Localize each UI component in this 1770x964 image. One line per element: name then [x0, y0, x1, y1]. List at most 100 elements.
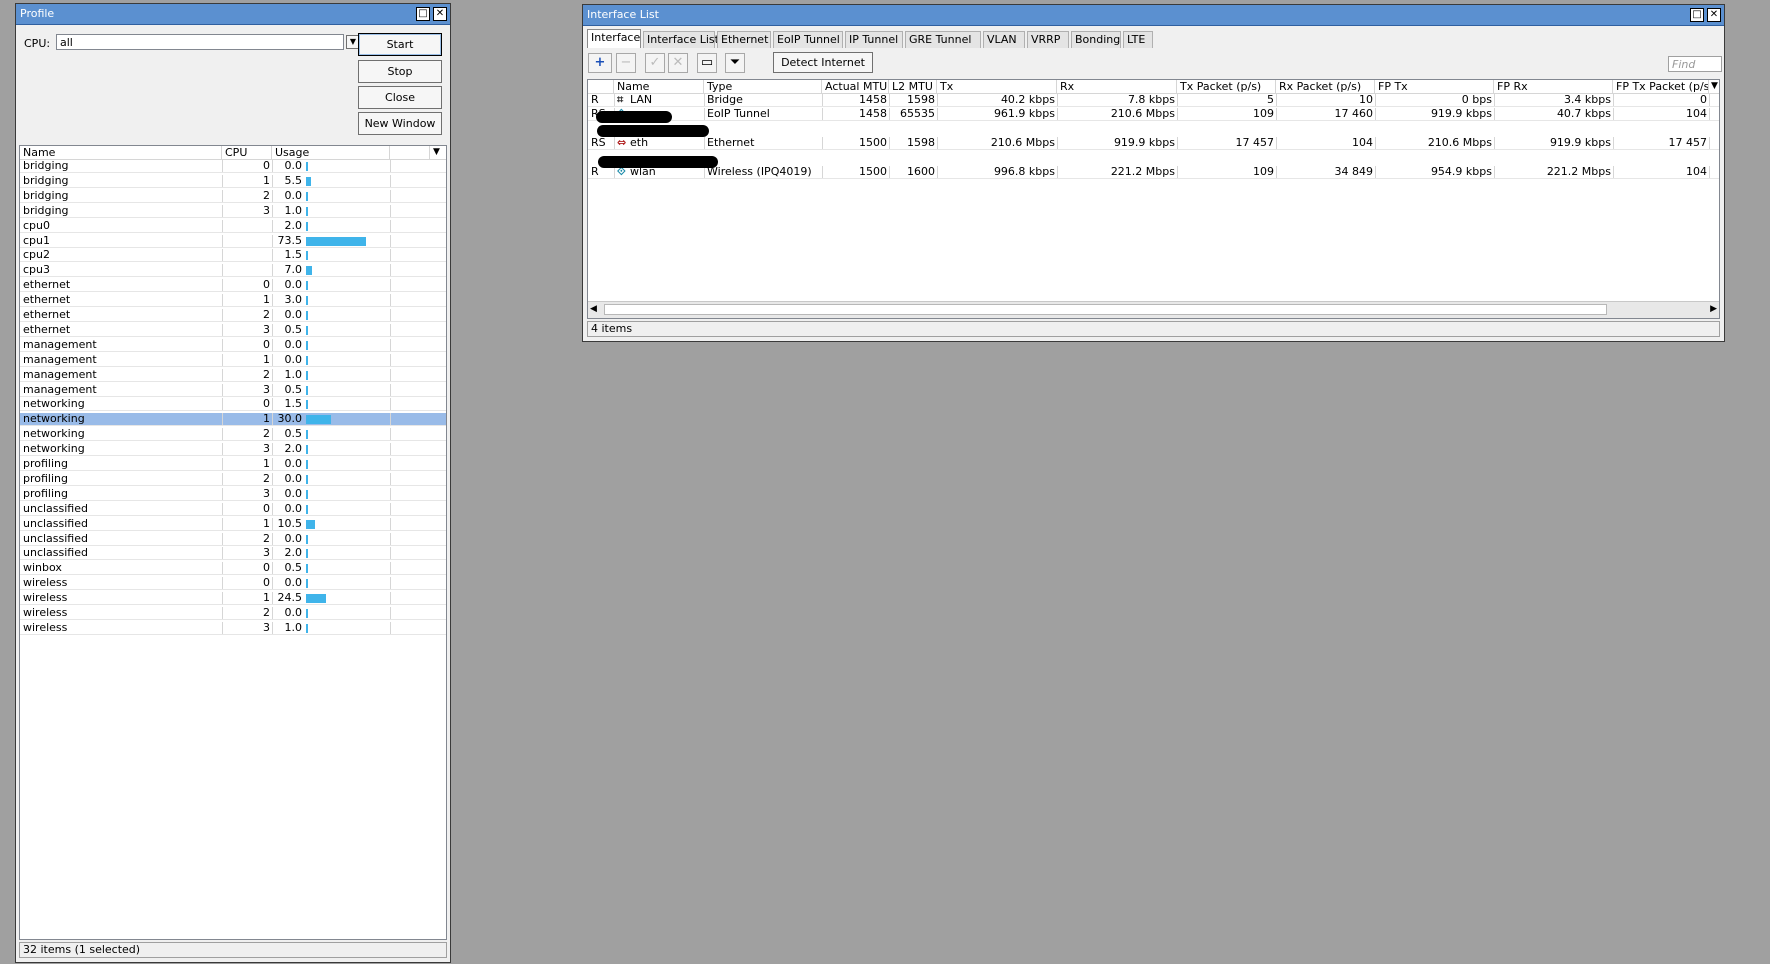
row-cpu: 1 [263, 458, 270, 470]
close-icon[interactable]: ✕ [433, 7, 447, 21]
table-row[interactable]: RS ⇔ eth Ethernet 1500 1598 210.6 Mbps 919.9 kb… [588, 137, 1719, 150]
tab-vlan[interactable]: VLAN [983, 31, 1025, 48]
interface-table[interactable]: Name Type Actual MTU L2 MTU Tx Rx Tx Packet (p… [587, 79, 1720, 319]
table-row[interactable]: cpu1 73.5 [20, 234, 446, 248]
row-name: unclassified [23, 532, 88, 545]
close-button[interactable]: Close [358, 86, 442, 109]
add-button[interactable]: + [588, 53, 612, 73]
cpu-select[interactable]: all [56, 34, 344, 50]
column-header-name[interactable]: Name [20, 146, 222, 159]
find-input[interactable]: Find [1668, 56, 1722, 72]
tab-interface-list[interactable]: Interface List [643, 31, 719, 48]
table-row[interactable]: management 2 1.0 [20, 368, 446, 382]
close-icon[interactable]: ✕ [1707, 8, 1721, 22]
interface-titlebar[interactable]: Interface List □ ✕ [583, 5, 1724, 26]
column-header-rx-pkt[interactable]: Rx Packet (p/s) [1276, 80, 1375, 93]
table-row[interactable]: wireless 2 0.0 [20, 607, 446, 620]
row-cpu: 3 [263, 383, 270, 396]
tab-ip-tunnel[interactable]: IP Tunnel [845, 31, 903, 48]
table-row[interactable]: unclassified 1 10.5 [20, 517, 446, 531]
remove-icon[interactable]: − [616, 53, 636, 73]
profile-titlebar[interactable]: Profile □ ✕ [16, 4, 450, 25]
table-row[interactable]: wireless 3 1.0 [20, 621, 446, 635]
tab-ethernet[interactable]: Ethernet [717, 31, 771, 48]
column-header-type[interactable]: Type [704, 80, 822, 93]
row-name: ethernet [23, 323, 71, 336]
detect-internet-button[interactable]: Detect Internet [773, 52, 873, 73]
maximize-icon[interactable]: □ [416, 7, 430, 21]
column-header-usage[interactable]: Usage [272, 146, 390, 159]
row-rx-pkt: 34 849 [1334, 166, 1374, 178]
profile-status-bar: 32 items (1 selected) [19, 942, 447, 958]
table-row[interactable]: unclassified 0 0.0 [20, 502, 446, 516]
column-header-actual-mtu[interactable]: Actual MTU [822, 80, 889, 93]
table-row[interactable]: bridging 2 0.0 [20, 189, 446, 203]
table-row[interactable]: profiling 2 0.0 [20, 472, 446, 486]
maximize-icon[interactable]: □ [1690, 8, 1704, 22]
row-name: wireless [23, 592, 68, 605]
scrollbar-thumb[interactable] [604, 304, 1607, 315]
table-row[interactable]: networking 0 1.5 [20, 398, 446, 412]
table-row[interactable]: profiling 3 0.0 [20, 487, 446, 501]
column-menu-chevron-down-icon[interactable]: ▼ [430, 146, 446, 159]
row-name: management [23, 383, 97, 396]
table-row[interactable]: unclassified 3 2.0 [20, 547, 446, 561]
table-row[interactable]: bridging 1 5.5 [20, 174, 446, 188]
tab-gre-tunnel[interactable]: GRE Tunnel [905, 31, 981, 48]
table-row[interactable]: R ⟐ wlan Wireless (IPQ4019) 1500 1600 996.8 kb… [588, 166, 1719, 179]
column-menu-chevron-down-icon[interactable]: ▼ [1709, 80, 1719, 93]
column-header-flag[interactable] [588, 80, 614, 93]
table-row[interactable]: wireless 1 24.5 [20, 592, 446, 606]
tab-eoip-tunnel[interactable]: EoIP Tunnel [773, 31, 843, 48]
filter-icon[interactable]: ⏷ [725, 53, 745, 73]
table-row[interactable]: bridging 3 1.0 [20, 204, 446, 218]
column-header-cpu[interactable]: CPU [222, 146, 272, 159]
tab-bonding[interactable]: Bonding [1071, 31, 1121, 48]
tab-vrrp[interactable]: VRRP [1027, 31, 1069, 48]
column-header-tx[interactable]: Tx [937, 80, 1057, 93]
column-header-l2-mtu[interactable]: L2 MTU [889, 80, 937, 93]
row-name: bridging [23, 174, 69, 187]
table-row[interactable]: cpu3 7.0 [20, 264, 446, 278]
table-row[interactable]: profiling 1 0.0 [20, 458, 446, 471]
table-row[interactable]: ethernet 0 0.0 [20, 279, 446, 293]
row-cpu: 0 [263, 562, 270, 575]
table-row[interactable]: bridging 0 0.0 [20, 160, 446, 173]
column-header-name[interactable]: Name [614, 80, 704, 93]
table-row[interactable]: networking 1 30.0 [20, 413, 446, 427]
table-row[interactable]: wireless 0 0.0 [20, 577, 446, 591]
table-row[interactable]: ethernet 2 0.0 [20, 309, 446, 322]
table-row[interactable]: winbox 0 0.5 [20, 562, 446, 576]
table-row[interactable]: unclassified 2 0.0 [20, 532, 446, 546]
table-row[interactable]: cpu0 2.0 [20, 219, 446, 233]
table-row[interactable]: networking 2 0.5 [20, 428, 446, 442]
profile-list[interactable]: Name CPU Usage ▼ bridging 0 0.0 bridging 1 5.… [19, 145, 447, 940]
tab-interface[interactable]: Interface [587, 29, 641, 48]
scroll-left-icon[interactable]: ◀ [590, 304, 597, 314]
enable-icon[interactable]: ✓ [645, 53, 665, 73]
horizontal-scrollbar[interactable]: ◀ ▶ [588, 301, 1719, 318]
table-row[interactable]: R ⌗ LAN Bridge 1458 1598 40.2 kbps 7.8 kbps 5 10 0… [588, 94, 1719, 107]
comment-icon[interactable]: ▭ [697, 53, 717, 73]
column-header-fp-tx-pkt[interactable]: FP Tx Packet (p/s) [1613, 80, 1709, 93]
table-row[interactable]: ethernet 3 0.5 [20, 323, 446, 337]
column-header-fp-rx[interactable]: FP Rx [1494, 80, 1613, 93]
column-header-tx-pkt[interactable]: Tx Packet (p/s) [1177, 80, 1276, 93]
column-header-rx[interactable]: Rx [1057, 80, 1177, 93]
tab-lte[interactable]: LTE [1123, 31, 1153, 48]
column-header-extra[interactable] [390, 146, 430, 159]
column-header-fp-tx[interactable]: FP Tx [1375, 80, 1494, 93]
disable-icon[interactable]: ✕ [668, 53, 688, 73]
start-button[interactable]: Start [358, 33, 442, 56]
usage-bar [306, 236, 367, 246]
table-row[interactable]: management 0 0.0 [20, 338, 446, 352]
table-row[interactable]: management 1 0.0 [20, 353, 446, 367]
new-window-button[interactable]: New Window [358, 112, 442, 135]
table-row[interactable]: networking 3 2.0 [20, 443, 446, 457]
table-row[interactable]: RS⟐EoIP Tunnel145865535961.9 kbps210.6 M… [588, 108, 1719, 121]
table-row[interactable]: ethernet 1 3.0 [20, 294, 446, 308]
table-row[interactable]: management 3 0.5 [20, 383, 446, 397]
scroll-right-icon[interactable]: ▶ [1710, 304, 1717, 314]
stop-button[interactable]: Stop [358, 60, 442, 83]
table-row[interactable]: cpu2 1.5 [20, 249, 446, 263]
